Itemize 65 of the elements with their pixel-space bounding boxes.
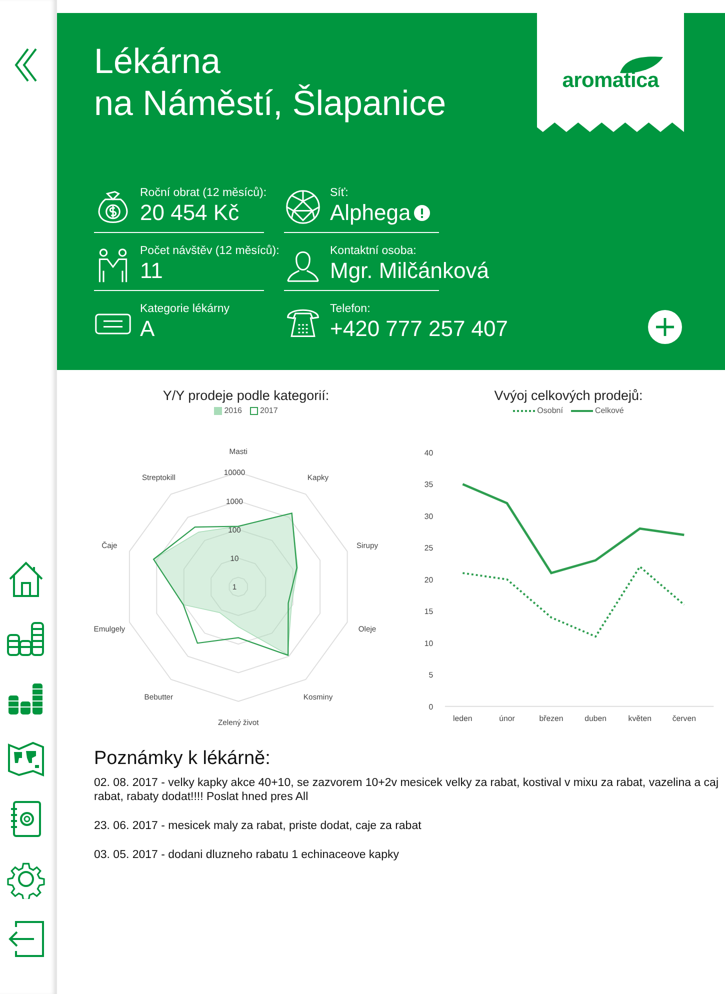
category-label: Sirupy bbox=[356, 540, 378, 550]
pharmacy-title: Lékárna bbox=[94, 41, 220, 83]
field-value: +420 777 257 407 bbox=[330, 316, 508, 342]
category-label: Čaje bbox=[102, 540, 118, 550]
axis-tick-label: červen bbox=[672, 714, 696, 724]
back-chevron-icon[interactable] bbox=[14, 47, 38, 83]
field-label: Kategorie lékárny bbox=[140, 302, 230, 316]
legend-item: 2016 bbox=[214, 406, 242, 415]
axis-tick-label: 20 bbox=[424, 575, 434, 584]
field-value: 11 bbox=[140, 258, 163, 284]
field-value: Alphega bbox=[330, 200, 411, 226]
note-text: 03. 05. 2017 - dodani dluzneho rabatu 1 echinaceove kapky bbox=[94, 848, 400, 862]
axis-tick-label: 0 bbox=[428, 702, 434, 712]
axis-tick-label: 1000 bbox=[226, 496, 244, 506]
field-label: Roční obrat (12 měsíců): bbox=[140, 186, 267, 200]
field-value: 20 454 Kč bbox=[140, 200, 240, 226]
category-label: Streptokill bbox=[142, 473, 176, 482]
pharmacy-title: na Náměstí, Šlapanice bbox=[94, 83, 446, 125]
note-text: 02. 08. 2017 - velky kapky akce 40+10, se zazvorem 10+2v mesicek velky za rabat, kostival v mixu za rabat, vazelina a caj rabat, rabaty dodat!!!! Poslat hned pres All bbox=[94, 776, 720, 804]
axis-tick-label: 1 bbox=[232, 582, 237, 592]
coin-stacks-icon[interactable] bbox=[6, 619, 46, 659]
category-label: Kosminy bbox=[303, 692, 333, 702]
legend-item: 2017 bbox=[250, 406, 278, 415]
axis-tick-label: 10 bbox=[424, 638, 434, 648]
legend-item: Celkové bbox=[570, 406, 624, 415]
field-label: Telefon: bbox=[330, 302, 370, 316]
axis-tick-label: 30 bbox=[424, 512, 434, 521]
add-button[interactable] bbox=[648, 310, 682, 344]
category-label: Masti bbox=[229, 447, 248, 456]
category-label: Emulgely bbox=[94, 624, 126, 634]
legend-item: Osobní bbox=[513, 406, 563, 415]
axis-tick-label: duben bbox=[584, 714, 606, 724]
axis-tick-label: 40 bbox=[424, 448, 434, 458]
axis-tick-label: 5 bbox=[428, 670, 434, 680]
note-text: 23. 06. 2017 - mesicek maly za rabat, priste dodat, caje za rabat bbox=[94, 819, 422, 833]
category-label: Zelený život bbox=[218, 718, 259, 728]
axis-tick-label: 100 bbox=[228, 525, 241, 534]
chart-title: Y/Y prodeje podle kategorií: bbox=[162, 388, 330, 403]
notes-title: Poznámky k lékárně: bbox=[94, 748, 272, 770]
axis-tick-label: 10 bbox=[230, 554, 239, 564]
field-value: Mgr. Milčánková bbox=[330, 258, 489, 284]
axis-tick-label: květen bbox=[628, 714, 652, 724]
axis-tick-label: březen bbox=[539, 714, 564, 724]
axis-tick-label: únor bbox=[499, 714, 515, 724]
field-value: A bbox=[140, 316, 155, 342]
axis-tick-label: 35 bbox=[424, 480, 434, 490]
leaf-icon bbox=[618, 54, 664, 74]
field-label: Kontaktní osoba: bbox=[330, 244, 416, 258]
axis-tick-label: 25 bbox=[424, 544, 434, 553]
category-label: Oleje bbox=[358, 624, 376, 634]
world-map-icon[interactable] bbox=[6, 739, 46, 779]
field-label: Počet návštěv (12 měsíců): bbox=[140, 244, 280, 258]
legend-line-icon bbox=[570, 408, 593, 412]
globe-network-icon bbox=[284, 188, 322, 226]
axis-tick-label: leden bbox=[453, 714, 472, 724]
category-label: Kapky bbox=[307, 473, 329, 482]
chart-title: Vvýoj celkových prodejů: bbox=[494, 388, 643, 403]
axis-tick-label: 10000 bbox=[224, 468, 246, 478]
field-label: Síť: bbox=[330, 186, 348, 200]
logo-text: aromatica bbox=[562, 69, 659, 93]
info-icon[interactable] bbox=[414, 205, 430, 221]
legend-line-icon bbox=[513, 408, 536, 412]
logout-icon[interactable] bbox=[6, 919, 46, 959]
axis-tick-label: 15 bbox=[424, 607, 434, 616]
category-label: Bebutter bbox=[144, 692, 174, 702]
